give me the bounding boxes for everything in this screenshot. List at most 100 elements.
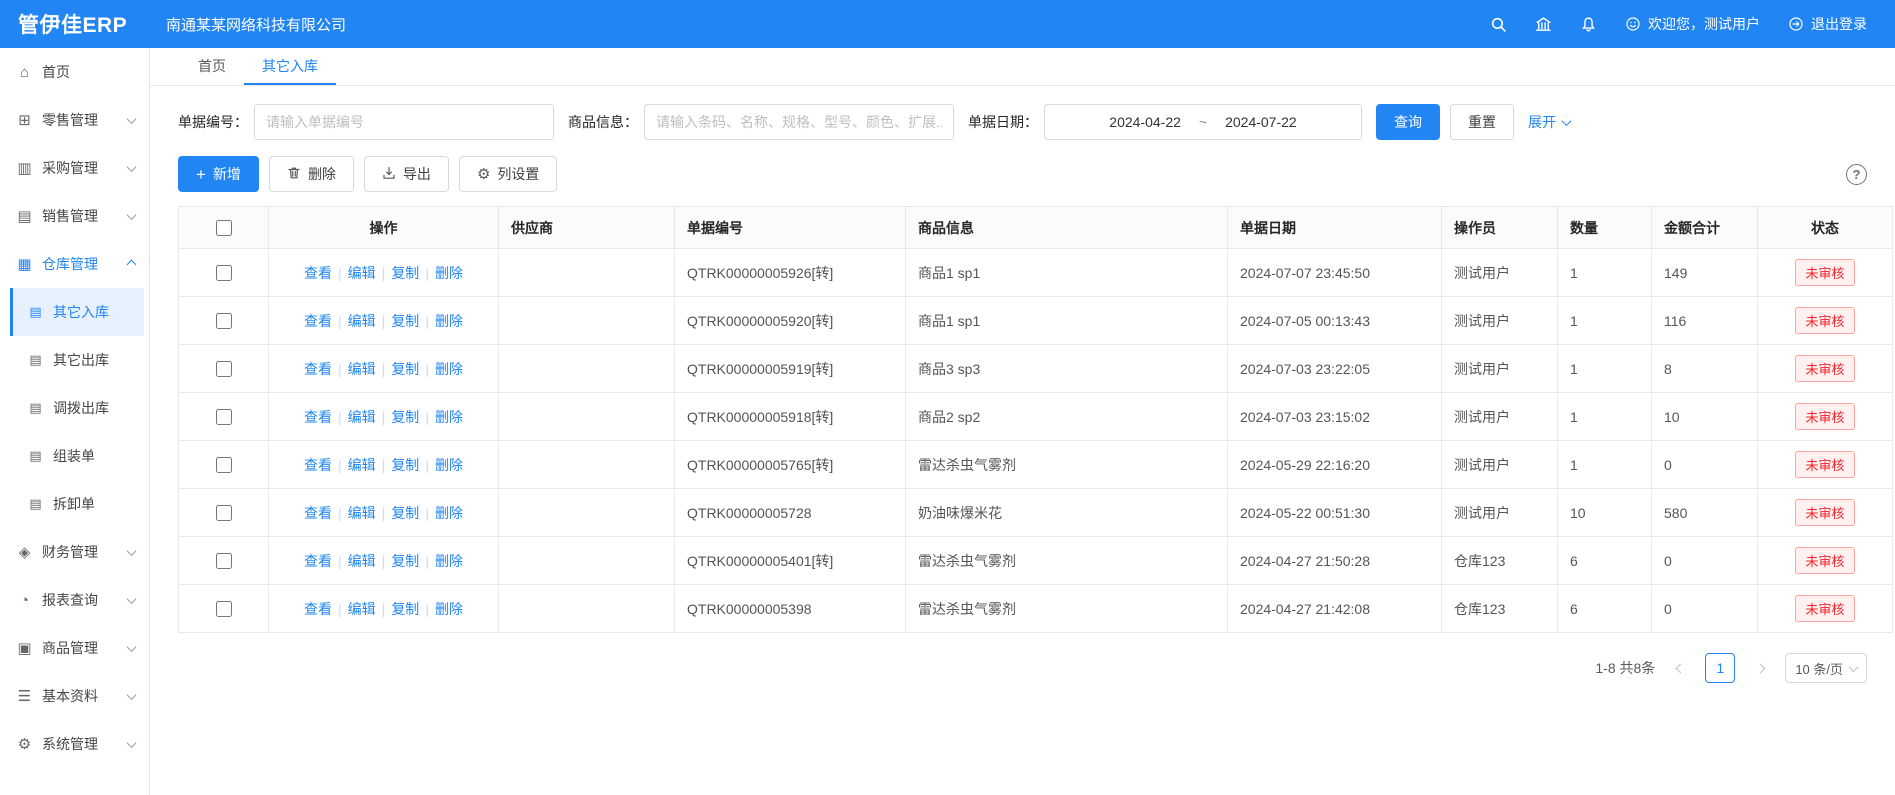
edit-link[interactable]: 编辑: [348, 553, 376, 569]
bell-icon[interactable]: [1580, 16, 1597, 33]
page-size-select[interactable]: 10 条/页: [1785, 653, 1867, 683]
chevron-down-icon: [1849, 662, 1859, 672]
view-link[interactable]: 查看: [304, 457, 332, 473]
sidebar-item-disassembly-order[interactable]: ▤ 拆卸单: [0, 480, 149, 528]
sidebar-item-home[interactable]: ⌂ 首页: [0, 48, 149, 96]
sidebar-item-warehouse-management[interactable]: ▦ 仓库管理: [0, 240, 149, 288]
delete-link[interactable]: 删除: [435, 265, 463, 281]
sidebar-item-retail-management[interactable]: ⊞ 零售管理: [0, 96, 149, 144]
sidebar-item-assembly-order[interactable]: ▤ 组装单: [0, 432, 149, 480]
status-badge: 未审核: [1795, 307, 1854, 334]
sidebar-item-transfer-outbound[interactable]: ▤ 调拨出库: [0, 384, 149, 432]
copy-link[interactable]: 复制: [391, 553, 419, 569]
date-range-picker[interactable]: 2024-04-22 ~ 2024-07-22: [1044, 104, 1362, 140]
delete-button[interactable]: 删除: [269, 156, 354, 192]
delete-link[interactable]: 删除: [435, 361, 463, 377]
table-body: 查看|编辑|复制|删除 QTRK00000005926[转] 商品1 sp1 2…: [179, 249, 1893, 633]
page-number-button[interactable]: 1: [1705, 653, 1735, 683]
sidebar-item-purchase-management[interactable]: ▥ 采购管理: [0, 144, 149, 192]
view-link[interactable]: 查看: [304, 265, 332, 281]
view-link[interactable]: 查看: [304, 553, 332, 569]
page-content: 单据编号： 商品信息： 单据日期： 2024-04-22 ~ 2024-07-2…: [150, 86, 1895, 795]
amount-cell: 8: [1652, 345, 1758, 393]
edit-link[interactable]: 编辑: [348, 457, 376, 473]
search-icon[interactable]: [1490, 16, 1507, 33]
view-link[interactable]: 查看: [304, 601, 332, 617]
search-button[interactable]: 查询: [1376, 104, 1440, 140]
product-info-input[interactable]: [644, 104, 954, 140]
supplier-cell: [499, 489, 675, 537]
copy-link[interactable]: 复制: [391, 313, 419, 329]
tab-other-inbound[interactable]: 其它入库: [244, 48, 336, 85]
edit-link[interactable]: 编辑: [348, 361, 376, 377]
copy-link[interactable]: 复制: [391, 265, 419, 281]
column-header-date: 单据日期: [1228, 207, 1442, 249]
divider: |: [425, 505, 429, 521]
trash-icon: [287, 166, 301, 183]
delete-link[interactable]: 删除: [435, 313, 463, 329]
sidebar-item-finance-management[interactable]: ◈ 财务管理: [0, 528, 149, 576]
copy-link[interactable]: 复制: [391, 505, 419, 521]
column-settings-button[interactable]: ⚙ 列设置: [459, 156, 557, 192]
delete-link[interactable]: 删除: [435, 505, 463, 521]
copy-link[interactable]: 复制: [391, 361, 419, 377]
doc-no-cell: QTRK00000005765[转]: [675, 441, 906, 489]
row-checkbox[interactable]: [216, 265, 232, 281]
home-icon: ⌂: [16, 64, 33, 81]
edit-link[interactable]: 编辑: [348, 265, 376, 281]
table-row: 查看|编辑|复制|删除 QTRK00000005926[转] 商品1 sp1 2…: [179, 249, 1893, 297]
delete-link[interactable]: 删除: [435, 601, 463, 617]
sidebar-item-other-inbound[interactable]: ▤ 其它入库: [10, 288, 144, 336]
logout-button[interactable]: 退出登录: [1788, 14, 1867, 34]
prev-page-button[interactable]: [1667, 655, 1693, 681]
view-link[interactable]: 查看: [304, 505, 332, 521]
product-cell: 商品1 sp1: [906, 297, 1228, 345]
next-page-button[interactable]: [1747, 655, 1773, 681]
view-link[interactable]: 查看: [304, 361, 332, 377]
app-logo: 管伊佳ERP: [0, 9, 150, 39]
column-header-product: 商品信息: [906, 207, 1228, 249]
sidebar-item-report-query[interactable]: ◔ 报表查询: [0, 576, 149, 624]
edit-link[interactable]: 编辑: [348, 409, 376, 425]
row-checkbox[interactable]: [216, 313, 232, 329]
doc-no-input[interactable]: [254, 104, 554, 140]
delete-link[interactable]: 删除: [435, 409, 463, 425]
tab-home[interactable]: 首页: [180, 48, 244, 85]
tab-label: 其它入库: [262, 56, 318, 76]
row-checkbox[interactable]: [216, 601, 232, 617]
sidebar-item-basic-data[interactable]: ☰ 基本资料: [0, 672, 149, 720]
add-button[interactable]: + 新增: [178, 156, 259, 192]
export-button[interactable]: 导出: [364, 156, 449, 192]
select-all-checkbox[interactable]: [216, 220, 232, 236]
sidebar-item-other-outbound[interactable]: ▤ 其它出库: [0, 336, 149, 384]
edit-link[interactable]: 编辑: [348, 505, 376, 521]
date-from-value[interactable]: 2024-04-22: [1109, 114, 1181, 130]
help-icon[interactable]: ?: [1846, 164, 1867, 185]
copy-link[interactable]: 复制: [391, 457, 419, 473]
row-checkbox[interactable]: [216, 361, 232, 377]
sidebar-item-system-management[interactable]: ⚙ 系统管理: [0, 720, 149, 768]
copy-link[interactable]: 复制: [391, 409, 419, 425]
date-to-value[interactable]: 2024-07-22: [1225, 114, 1297, 130]
date-cell: 2024-04-27 21:42:08: [1228, 585, 1442, 633]
row-checkbox[interactable]: [216, 457, 232, 473]
view-link[interactable]: 查看: [304, 313, 332, 329]
edit-link[interactable]: 编辑: [348, 313, 376, 329]
copy-link[interactable]: 复制: [391, 601, 419, 617]
sidebar-item-sales-management[interactable]: ▤ 销售管理: [0, 192, 149, 240]
view-link[interactable]: 查看: [304, 409, 332, 425]
row-checkbox[interactable]: [216, 505, 232, 521]
row-checkbox[interactable]: [216, 553, 232, 569]
expand-link[interactable]: 展开: [1528, 112, 1570, 132]
amount-cell: 0: [1652, 441, 1758, 489]
delete-link[interactable]: 删除: [435, 457, 463, 473]
bank-icon[interactable]: [1535, 16, 1552, 33]
edit-link[interactable]: 编辑: [348, 601, 376, 617]
reset-button[interactable]: 重置: [1450, 104, 1514, 140]
status-badge: 未审核: [1795, 547, 1854, 574]
user-greeting[interactable]: 欢迎您，测试用户: [1625, 14, 1760, 34]
chevron-up-icon: [127, 259, 137, 269]
sidebar-item-product-management[interactable]: ▣ 商品管理: [0, 624, 149, 672]
row-checkbox[interactable]: [216, 409, 232, 425]
delete-link[interactable]: 删除: [435, 553, 463, 569]
